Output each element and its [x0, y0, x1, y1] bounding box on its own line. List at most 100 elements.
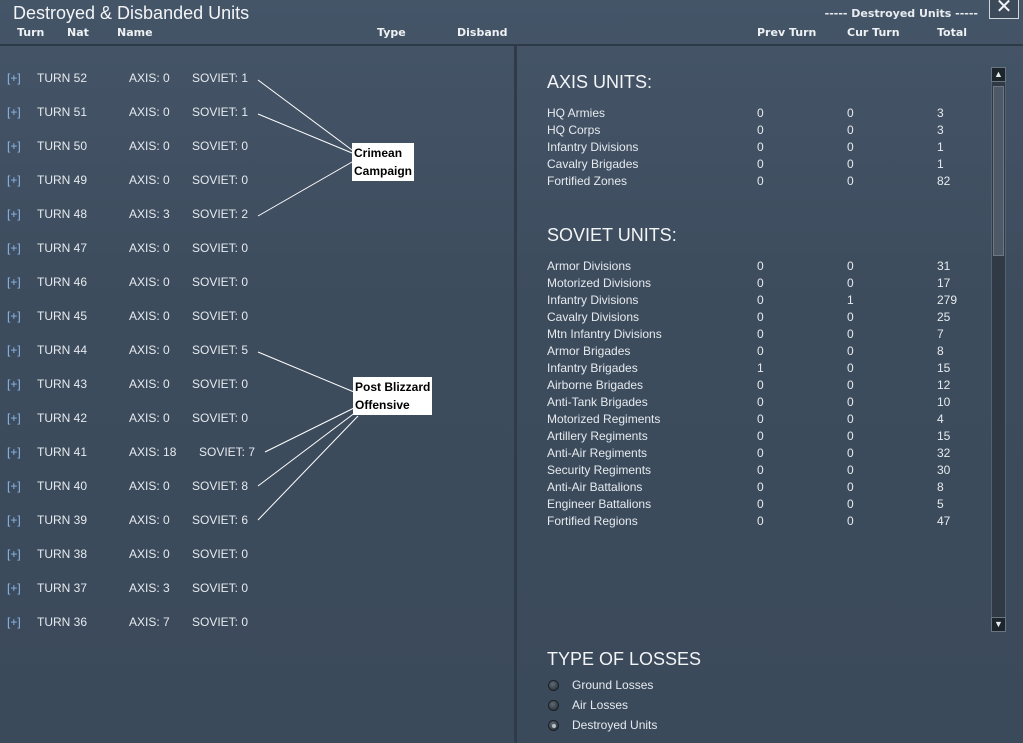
- expand-toggle[interactable]: [+]: [7, 581, 21, 595]
- unit-row: Airborne Brigades 0 0 12: [547, 378, 987, 395]
- turn-row[interactable]: [+] TURN 49 AXIS: 0 SOVIET: 0: [0, 173, 514, 193]
- turn-row[interactable]: [+] TURN 52 AXIS: 0 SOVIET: 1: [0, 71, 514, 91]
- cur-turn-value: 0: [847, 310, 854, 324]
- expand-toggle[interactable]: [+]: [7, 479, 21, 493]
- unit-row: Armor Divisions 0 0 31: [547, 259, 987, 276]
- unit-row: Armor Brigades 0 0 8: [547, 344, 987, 361]
- column-header-cur-turn: Cur Turn: [847, 26, 900, 39]
- column-header-nat[interactable]: Nat: [67, 26, 89, 39]
- expand-toggle[interactable]: [+]: [7, 377, 21, 391]
- callout-crimean-line1: Crimean: [354, 146, 403, 160]
- prev-turn-value: 0: [757, 378, 764, 392]
- cur-turn-value: 0: [847, 463, 854, 477]
- turn-row[interactable]: [+] TURN 37 AXIS: 3 SOVIET: 0: [0, 581, 514, 601]
- cur-turn-value: 0: [847, 106, 854, 120]
- axis-count: AXIS: 0: [129, 241, 170, 255]
- unit-row: Motorized Divisions 0 0 17: [547, 276, 987, 293]
- expand-toggle[interactable]: [+]: [7, 615, 21, 629]
- scroll-up-button[interactable]: ▲: [991, 67, 1006, 82]
- cur-turn-value: 0: [847, 157, 854, 171]
- turn-row[interactable]: [+] TURN 46 AXIS: 0 SOVIET: 0: [0, 275, 514, 295]
- expand-toggle[interactable]: [+]: [7, 343, 21, 357]
- turn-row[interactable]: [+] TURN 45 AXIS: 0 SOVIET: 0: [0, 309, 514, 329]
- total-value: 32: [937, 446, 951, 460]
- turn-row[interactable]: [+] TURN 47 AXIS: 0 SOVIET: 0: [0, 241, 514, 261]
- turn-row[interactable]: [+] TURN 40 AXIS: 0 SOVIET: 8: [0, 479, 514, 499]
- unit-type-name: Anti-Air Battalions: [547, 480, 643, 494]
- unit-row: Mtn Infantry Divisions 0 0 7: [547, 327, 987, 344]
- axis-count: AXIS: 0: [129, 275, 170, 289]
- close-button[interactable]: ✕: [989, 0, 1019, 19]
- soviet-count: SOVIET: 0: [192, 547, 249, 561]
- expand-toggle[interactable]: [+]: [7, 445, 21, 459]
- radio-button[interactable]: [548, 680, 559, 691]
- turn-row[interactable]: [+] TURN 42 AXIS: 0 SOVIET: 0: [0, 411, 514, 431]
- unit-list-scrollbar[interactable]: ▲ ▼: [991, 67, 1006, 632]
- prev-turn-value: 0: [757, 412, 764, 426]
- turn-label: TURN 45: [37, 309, 88, 323]
- prev-turn-value: 0: [757, 446, 764, 460]
- unit-type-name: Infantry Divisions: [547, 293, 639, 307]
- expand-toggle[interactable]: [+]: [7, 173, 21, 187]
- axis-count: AXIS: 0: [129, 309, 170, 323]
- column-header-turn[interactable]: Turn: [17, 26, 44, 39]
- expand-toggle[interactable]: [+]: [7, 513, 21, 527]
- expand-toggle[interactable]: [+]: [7, 139, 21, 153]
- axis-count: AXIS: 0: [129, 377, 170, 391]
- prev-turn-value: 0: [757, 395, 764, 409]
- callout-post-blizzard-offensive: Post Blizzard Offensive: [353, 377, 433, 415]
- turn-label: TURN 40: [37, 479, 88, 493]
- turn-row[interactable]: [+] TURN 41 AXIS: 18 SOVIET: 7: [0, 445, 514, 465]
- prev-turn-value: 0: [757, 259, 764, 273]
- unit-type-name: Airborne Brigades: [547, 378, 644, 392]
- radio-button[interactable]: [548, 720, 559, 731]
- soviet-count: SOVIET: 0: [192, 241, 249, 255]
- axis-count: AXIS: 0: [129, 479, 170, 493]
- expand-toggle[interactable]: [+]: [7, 547, 21, 561]
- expand-toggle[interactable]: [+]: [7, 71, 21, 85]
- soviet-count: SOVIET: 0: [192, 139, 249, 153]
- unit-summary-panel: AXIS UNITS: HQ Armies 0 0 3 HQ Corps 0 0 3 Infan…: [517, 46, 1023, 743]
- callout-crimean-line2: Campaign: [354, 164, 413, 178]
- cur-turn-value: 0: [847, 327, 854, 341]
- column-header-disband[interactable]: Disband: [457, 26, 507, 39]
- soviet-count: SOVIET: 2: [192, 207, 249, 221]
- unit-row: Artillery Regiments 0 0 15: [547, 429, 987, 446]
- prev-turn-value: 0: [757, 514, 764, 528]
- unit-row: Fortified Regions 0 0 47: [547, 514, 987, 531]
- axis-count: AXIS: 0: [129, 71, 170, 85]
- cur-turn-value: 0: [847, 361, 854, 375]
- turn-row[interactable]: [+] TURN 36 AXIS: 7 SOVIET: 0: [0, 615, 514, 635]
- turn-row[interactable]: [+] TURN 38 AXIS: 0 SOVIET: 0: [0, 547, 514, 567]
- cur-turn-value: 0: [847, 344, 854, 358]
- column-header-type[interactable]: Type: [377, 26, 406, 39]
- expand-toggle[interactable]: [+]: [7, 105, 21, 119]
- turn-label: TURN 44: [37, 343, 88, 357]
- expand-toggle[interactable]: [+]: [7, 309, 21, 323]
- axis-count: AXIS: 0: [129, 173, 170, 187]
- soviet-count: SOVIET: 0: [192, 377, 249, 391]
- column-header-name[interactable]: Name: [117, 26, 153, 39]
- turn-row[interactable]: [+] TURN 50 AXIS: 0 SOVIET: 0: [0, 139, 514, 159]
- turn-label: TURN 50: [37, 139, 88, 153]
- turn-row[interactable]: [+] TURN 39 AXIS: 0 SOVIET: 6: [0, 513, 514, 533]
- scroll-down-button[interactable]: ▼: [991, 617, 1006, 632]
- expand-toggle[interactable]: [+]: [7, 275, 21, 289]
- view-label: ----- Destroyed Units -----: [824, 7, 978, 20]
- turn-row[interactable]: [+] TURN 48 AXIS: 3 SOVIET: 2: [0, 207, 514, 227]
- soviet-count: SOVIET: 7: [199, 445, 256, 459]
- scroll-thumb[interactable]: [993, 86, 1004, 256]
- turn-row[interactable]: [+] TURN 43 AXIS: 0 SOVIET: 0: [0, 377, 514, 397]
- unit-row: HQ Corps 0 0 3: [547, 123, 987, 140]
- cur-turn-value: 0: [847, 276, 854, 290]
- turn-row[interactable]: [+] TURN 51 AXIS: 0 SOVIET: 1: [0, 105, 514, 125]
- unit-row: Infantry Divisions 0 0 1: [547, 140, 987, 157]
- expand-toggle[interactable]: [+]: [7, 411, 21, 425]
- expand-toggle[interactable]: [+]: [7, 241, 21, 255]
- turn-label: TURN 43: [37, 377, 88, 391]
- axis-count: AXIS: 7: [129, 615, 170, 629]
- expand-toggle[interactable]: [+]: [7, 207, 21, 221]
- turn-row[interactable]: [+] TURN 44 AXIS: 0 SOVIET: 5: [0, 343, 514, 363]
- radio-button[interactable]: [548, 700, 559, 711]
- unit-type-name: Motorized Divisions: [547, 276, 652, 290]
